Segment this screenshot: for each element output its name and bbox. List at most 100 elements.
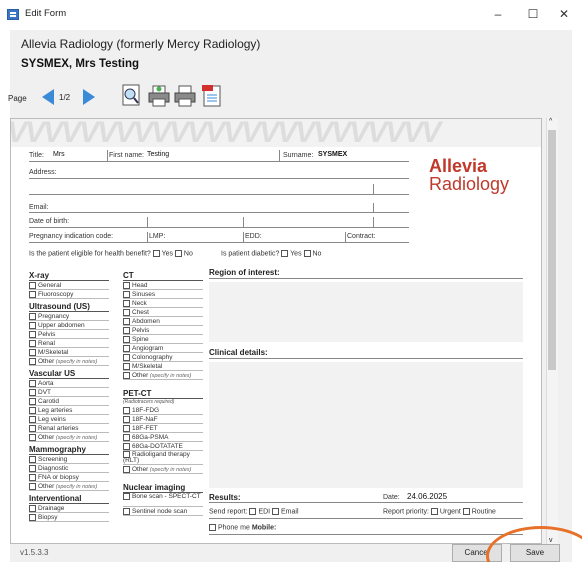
scroll-up-icon[interactable]: ^ xyxy=(549,118,552,125)
option-checkbox[interactable] xyxy=(29,348,36,356)
modality-option[interactable]: Neck xyxy=(123,299,203,308)
option-checkbox[interactable] xyxy=(123,290,130,298)
modality-option[interactable]: FNA or biopsy xyxy=(29,473,109,482)
dob-field[interactable] xyxy=(29,227,409,228)
modality-option[interactable]: M/Skeletal xyxy=(29,348,109,357)
option-checkbox[interactable] xyxy=(123,415,130,423)
date-field[interactable]: 24.06.2025 xyxy=(407,492,447,501)
option-checkbox[interactable] xyxy=(123,406,130,414)
modality-option[interactable]: Abdomen xyxy=(123,317,203,326)
option-checkbox[interactable] xyxy=(29,312,36,320)
modality-option[interactable]: Other (specify in notes) xyxy=(29,433,109,442)
priority-urgent-checkbox[interactable] xyxy=(430,508,438,515)
modality-option[interactable]: Drainage xyxy=(29,504,109,513)
modality-option[interactable]: Angiogram xyxy=(123,344,203,353)
modality-option[interactable]: Pelvis xyxy=(29,330,109,339)
modality-option[interactable]: M/Skeletal xyxy=(123,362,203,371)
modality-option[interactable]: 18F-NaF xyxy=(123,415,203,424)
send-email-checkbox[interactable] xyxy=(272,508,280,515)
option-checkbox[interactable] xyxy=(29,464,36,472)
modality-option[interactable]: Bone scan - SPECT-CT xyxy=(123,493,203,507)
modality-option[interactable]: DVT xyxy=(29,388,109,397)
pdf-export-icon[interactable] xyxy=(201,84,225,110)
modality-option[interactable]: Renal xyxy=(29,339,109,348)
option-checkbox[interactable] xyxy=(29,455,36,463)
option-checkbox[interactable] xyxy=(29,290,36,298)
maximize-button[interactable]: ☐ xyxy=(520,5,546,23)
modality-option[interactable]: Biopsy xyxy=(29,513,109,522)
region-of-interest-field[interactable] xyxy=(209,282,523,342)
option-checkbox[interactable] xyxy=(123,308,130,316)
option-checkbox[interactable] xyxy=(29,388,36,396)
option-checkbox[interactable] xyxy=(29,339,36,347)
option-checkbox[interactable] xyxy=(123,344,130,352)
modality-option[interactable]: Fluoroscopy xyxy=(29,290,109,299)
priority-routine-checkbox[interactable] xyxy=(462,508,470,515)
modality-option[interactable]: Sentinel node scan xyxy=(123,507,203,516)
modality-option[interactable]: Other (specify in notes) xyxy=(123,465,203,474)
address-field[interactable] xyxy=(29,194,409,195)
health-benefit-no-checkbox[interactable] xyxy=(174,250,182,257)
option-checkbox[interactable] xyxy=(29,357,36,365)
option-checkbox[interactable] xyxy=(123,335,130,343)
modality-option[interactable]: 68Ga-PSMA xyxy=(123,433,203,442)
option-checkbox[interactable] xyxy=(29,473,36,481)
option-checkbox[interactable] xyxy=(123,353,130,361)
option-checkbox[interactable] xyxy=(123,317,130,325)
modality-option[interactable]: General xyxy=(29,281,109,290)
zoom-preview-icon[interactable] xyxy=(121,84,145,110)
option-checkbox[interactable] xyxy=(123,442,130,450)
option-checkbox[interactable] xyxy=(123,362,130,370)
firstname-field[interactable]: Testing xyxy=(147,151,169,158)
modality-option[interactable]: Pregnancy xyxy=(29,312,109,321)
modality-option[interactable]: Aorta xyxy=(29,379,109,388)
diabetic-yes-checkbox[interactable] xyxy=(281,250,289,257)
option-checkbox[interactable] xyxy=(29,424,36,432)
option-checkbox[interactable] xyxy=(123,424,130,432)
option-checkbox[interactable] xyxy=(29,504,36,512)
option-checkbox[interactable] xyxy=(29,415,36,423)
option-checkbox[interactable] xyxy=(123,299,130,307)
diabetic-no-checkbox[interactable] xyxy=(303,250,311,257)
modality-option[interactable]: Colonography xyxy=(123,353,203,362)
modality-option[interactable]: Other (specify in notes) xyxy=(29,482,109,491)
option-checkbox[interactable] xyxy=(29,330,36,338)
modality-option[interactable]: Radioligand therapy (RLT) xyxy=(123,451,203,465)
send-edi-checkbox[interactable] xyxy=(249,508,257,515)
modality-option[interactable]: 18F-FDG xyxy=(123,406,203,415)
modality-option[interactable]: Other (specify in notes) xyxy=(29,357,109,366)
modality-option[interactable]: Screening xyxy=(29,455,109,464)
option-checkbox[interactable] xyxy=(123,507,130,515)
modality-option[interactable]: Leg arteries xyxy=(29,406,109,415)
title-field[interactable]: Mrs xyxy=(53,151,65,158)
option-checkbox[interactable] xyxy=(29,482,36,490)
option-checkbox[interactable] xyxy=(29,513,36,521)
modality-option[interactable]: Chest xyxy=(123,308,203,317)
option-checkbox[interactable] xyxy=(123,493,130,500)
option-checkbox[interactable] xyxy=(123,371,130,379)
clinical-details-field[interactable] xyxy=(209,362,523,488)
next-page-arrow-icon[interactable] xyxy=(83,89,95,105)
option-checkbox[interactable] xyxy=(29,281,36,289)
option-checkbox[interactable] xyxy=(29,406,36,414)
option-checkbox[interactable] xyxy=(29,379,36,387)
surname-field[interactable]: SYSMEX xyxy=(318,151,347,158)
health-benefit-yes-checkbox[interactable] xyxy=(152,250,160,257)
print-preview-icon[interactable] xyxy=(147,84,171,110)
phone-me-checkbox[interactable] xyxy=(209,524,216,531)
modality-option[interactable]: 68Ga-DOTATATE xyxy=(123,442,203,451)
modality-option[interactable]: Other (specify in notes) xyxy=(123,371,203,380)
close-button[interactable]: ✕ xyxy=(551,5,577,23)
modality-option[interactable]: Renal arteries xyxy=(29,424,109,433)
option-checkbox[interactable] xyxy=(123,326,130,334)
option-checkbox[interactable] xyxy=(123,465,130,473)
previous-page-arrow-icon[interactable] xyxy=(42,89,54,105)
modality-option[interactable]: 18F-FET xyxy=(123,424,203,433)
option-checkbox[interactable] xyxy=(29,433,36,441)
modality-option[interactable]: Sinuses xyxy=(123,290,203,299)
email-field[interactable] xyxy=(29,212,409,213)
option-checkbox[interactable] xyxy=(123,281,130,289)
option-checkbox[interactable] xyxy=(29,321,36,329)
modality-option[interactable]: Head xyxy=(123,281,203,290)
modality-option[interactable]: Spine xyxy=(123,335,203,344)
